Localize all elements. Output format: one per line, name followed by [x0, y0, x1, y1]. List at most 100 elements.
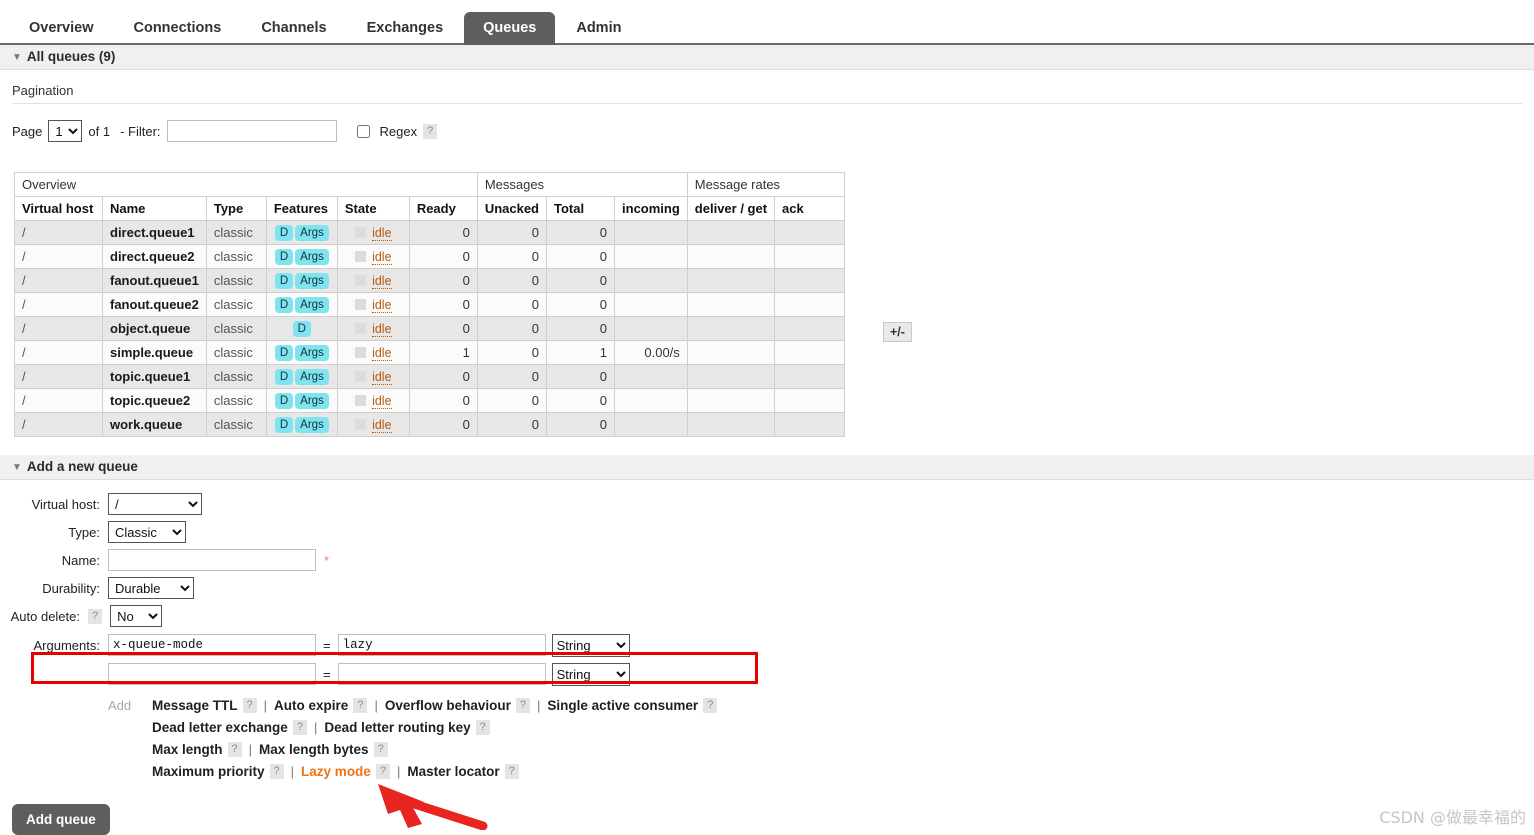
collapse-caret-icon[interactable]: ▼ — [12, 52, 22, 63]
required-marker: * — [324, 552, 330, 568]
durability-select[interactable]: DurableTransient — [108, 577, 194, 599]
column-header-virtual-host[interactable]: Virtual host — [14, 196, 103, 221]
preset-help-icon-master-locator[interactable]: ? — [504, 763, 519, 779]
cell-queue-name[interactable]: fanout.queue2 — [102, 292, 207, 317]
column-header-type[interactable]: Type — [205, 196, 267, 221]
column-header-ack[interactable]: ack — [774, 196, 846, 221]
queue-type-select[interactable]: ClassicQuorumStream — [108, 521, 186, 543]
cell-queue-name[interactable]: simple.queue — [102, 340, 207, 365]
auto-delete-help-icon[interactable]: ? — [88, 608, 103, 624]
feature-badge-d[interactable]: D — [274, 297, 294, 313]
nav-tab-admin[interactable]: Admin — [557, 12, 640, 46]
auto-delete-select[interactable]: NoYes — [110, 605, 163, 627]
preset-link-max-length-bytes[interactable]: Max length bytes — [259, 742, 369, 757]
feature-badge-args[interactable]: Args — [295, 369, 329, 385]
table-row[interactable]: / topic.queue2 classic D Args idle 0 0 0 — [14, 388, 846, 413]
preset-help-icon-max-length[interactable]: ? — [227, 741, 242, 757]
add-queue-submit-button[interactable]: Add queue — [12, 804, 110, 835]
cell-queue-name[interactable]: work.queue — [102, 412, 207, 437]
preset-link-master-locator[interactable]: Master locator — [407, 764, 499, 779]
pagination-controls: Page 1 of 1 - Filter: Regex ? — [12, 104, 1522, 142]
argument-key-input-0[interactable] — [108, 634, 316, 656]
filter-input[interactable] — [166, 120, 337, 142]
feature-badge-args[interactable]: Args — [295, 345, 329, 361]
preset-help-icon-lazy-mode[interactable]: ? — [375, 763, 390, 779]
feature-badge-d[interactable]: D — [292, 321, 311, 337]
table-row[interactable]: / topic.queue1 classic D Args idle 0 0 0 — [14, 364, 846, 389]
argument-key-input-1[interactable] — [108, 663, 316, 685]
feature-badge-args[interactable]: Args — [295, 393, 329, 409]
feature-badge-args[interactable]: Args — [295, 417, 329, 433]
preset-help-icon-maximum-priority[interactable]: ? — [269, 763, 284, 779]
preset-link-message-ttl[interactable]: Message TTL — [152, 698, 238, 713]
column-toggle-button[interactable]: +/- — [883, 322, 912, 342]
nav-tab-connections[interactable]: Connections — [115, 12, 241, 46]
preset-link-dead-letter-exchange[interactable]: Dead letter exchange — [152, 720, 288, 735]
preset-link-dead-letter-routing-key[interactable]: Dead letter routing key — [324, 720, 470, 735]
argument-value-input-1[interactable] — [337, 663, 546, 685]
preset-help-icon-max-length-bytes[interactable]: ? — [373, 741, 388, 757]
preset-help-icon-dead-letter-routing-key[interactable]: ? — [475, 719, 490, 735]
preset-link-max-length[interactable]: Max length — [152, 742, 223, 757]
preset-help-icon-overflow-behaviour[interactable]: ? — [515, 697, 530, 713]
column-header-name[interactable]: Name — [102, 196, 207, 221]
nav-tab-overview[interactable]: Overview — [10, 12, 113, 46]
column-header-total[interactable]: Total — [546, 196, 616, 221]
column-header-unacked[interactable]: Unacked — [476, 196, 548, 221]
regex-help-icon[interactable]: ? — [423, 123, 438, 139]
queue-name-input[interactable] — [108, 549, 316, 571]
column-header-deliver-get[interactable]: deliver / get — [686, 196, 776, 221]
preset-link-maximum-priority[interactable]: Maximum priority — [152, 764, 265, 779]
cell-queue-name[interactable]: object.queue — [102, 316, 207, 341]
cell-queue-name[interactable]: fanout.queue1 — [102, 268, 207, 293]
preset-link-auto-expire[interactable]: Auto expire — [274, 698, 348, 713]
preset-link-single-active-consumer[interactable]: Single active consumer — [547, 698, 698, 713]
table-row[interactable]: / simple.queue classic D Args idle 1 0 1 0.00/s — [14, 340, 846, 365]
feature-badge-args[interactable]: Args — [295, 225, 329, 241]
nav-tab-channels[interactable]: Channels — [242, 12, 345, 46]
preset-help-icon-auto-expire[interactable]: ? — [353, 697, 368, 713]
column-header-ready[interactable]: Ready — [408, 196, 478, 221]
feature-badge-d[interactable]: D — [274, 417, 294, 433]
table-row[interactable]: / object.queue classic Didle 0 0 0 — [14, 316, 846, 341]
cell-queue-name[interactable]: direct.queue2 — [102, 244, 207, 269]
preset-help-icon-dead-letter-exchange[interactable]: ? — [292, 719, 307, 735]
feature-badge-d[interactable]: D — [274, 345, 294, 361]
add-queue-section-header[interactable]: ▼ Add a new queue — [0, 455, 1534, 480]
column-header-incoming[interactable]: incoming — [614, 196, 688, 221]
argument-type-select-0[interactable]: StringNumberBooleanList — [551, 633, 630, 657]
argument-type-select-1[interactable]: StringNumberBooleanList — [551, 662, 630, 686]
argument-value-input-0[interactable] — [337, 634, 546, 656]
feature-badge-args[interactable]: Args — [295, 297, 329, 313]
table-row[interactable]: / direct.queue1 classic D Args idle 0 0 0 — [14, 220, 846, 245]
table-row[interactable]: / fanout.queue2 classic D Args idle 0 0 0 — [14, 292, 846, 317]
column-header-state[interactable]: State — [336, 196, 410, 221]
column-header-features[interactable]: Features — [265, 196, 338, 221]
all-queues-section-header[interactable]: ▼ All queues (9) — [0, 45, 1534, 70]
feature-badge-args[interactable]: Args — [295, 249, 329, 265]
nav-tab-exchanges[interactable]: Exchanges — [348, 12, 463, 46]
feature-badge-args[interactable]: Args — [295, 273, 329, 289]
virtual-host-select[interactable]: / — [108, 493, 202, 515]
feature-badge-d[interactable]: D — [274, 273, 294, 289]
feature-badge-d[interactable]: D — [274, 369, 294, 385]
nav-tab-queues[interactable]: Queues — [464, 11, 556, 45]
feature-badge-d[interactable]: D — [274, 225, 294, 241]
cell-queue-name[interactable]: topic.queue1 — [102, 364, 207, 389]
preset-link-lazy-mode[interactable]: Lazy mode — [301, 764, 371, 779]
collapse-caret-icon-2[interactable]: ▼ — [12, 462, 22, 473]
table-row[interactable]: / work.queue classic D Args idle 0 0 0 — [14, 412, 846, 437]
cell-queue-name[interactable]: topic.queue2 — [102, 388, 207, 413]
preset-link-overflow-behaviour[interactable]: Overflow behaviour — [385, 698, 511, 713]
page-select[interactable]: 1 — [48, 120, 83, 142]
table-row[interactable]: / direct.queue2 classic D Args idle 0 0 0 — [14, 244, 846, 269]
preset-help-icon-message-ttl[interactable]: ? — [242, 697, 257, 713]
cell-features: D Args — [265, 268, 338, 293]
table-row[interactable]: / fanout.queue1 classic D Args idle 0 0 0 — [14, 268, 846, 293]
preset-help-icon-single-active-consumer[interactable]: ? — [703, 697, 718, 713]
feature-badge-d[interactable]: D — [274, 249, 294, 265]
regex-checkbox[interactable] — [356, 124, 370, 138]
cell-total: 0 — [546, 316, 616, 341]
cell-queue-name[interactable]: direct.queue1 — [102, 220, 207, 245]
feature-badge-d[interactable]: D — [274, 393, 294, 409]
